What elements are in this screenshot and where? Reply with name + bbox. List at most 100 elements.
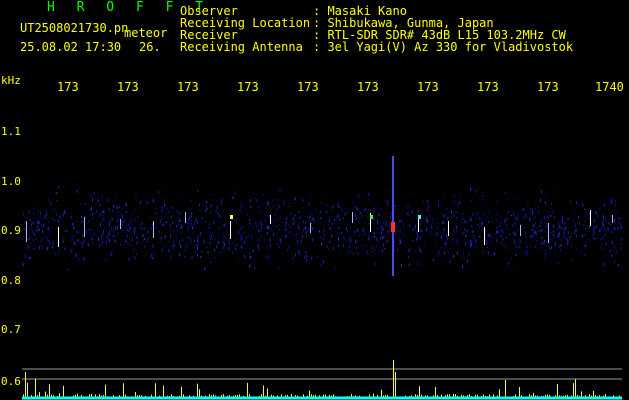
noise-dot — [545, 225, 547, 228]
noise-dot — [256, 224, 258, 228]
noise-dot — [485, 230, 487, 233]
noise-dot — [63, 211, 65, 214]
noise-dot — [317, 256, 319, 257]
noise-dot — [620, 239, 622, 241]
noise-dot — [558, 234, 560, 238]
noise-dot — [252, 250, 254, 252]
noise-dot — [469, 239, 471, 243]
noise-dot — [521, 209, 523, 211]
noise-dot — [120, 244, 122, 246]
noise-dot — [543, 215, 545, 219]
noise-dot — [552, 210, 554, 214]
noise-dot — [226, 237, 228, 239]
noise-dot — [67, 268, 69, 271]
noise-dot — [470, 218, 472, 222]
noise-dot — [394, 245, 396, 248]
noise-dot — [308, 242, 310, 244]
noise-dot — [288, 231, 290, 233]
noise-dot — [354, 251, 356, 253]
noise-dot — [84, 239, 86, 241]
noise-dot — [59, 215, 61, 219]
noise-dot — [353, 206, 355, 208]
noise-dot — [464, 220, 466, 223]
noise-dot — [593, 228, 595, 232]
noise-dot — [305, 226, 307, 230]
noise-dot — [444, 197, 446, 199]
noise-dot — [300, 216, 302, 217]
noise-dot — [311, 223, 313, 224]
noise-dot — [190, 224, 192, 228]
noise-dot — [565, 226, 567, 229]
noise-dot — [538, 211, 540, 213]
noise-dot — [492, 236, 493, 239]
noise-dot — [228, 240, 230, 242]
noise-dot — [217, 220, 219, 222]
noise-dot — [552, 234, 554, 237]
noise-dot — [216, 205, 218, 209]
noise-dot — [453, 214, 455, 217]
noise-dot — [112, 229, 114, 232]
noise-dot — [249, 253, 250, 255]
noise-dot — [553, 224, 555, 228]
noise-dot — [620, 247, 622, 251]
noise-dot — [23, 221, 25, 225]
noise-dot — [466, 259, 468, 263]
noise-dot — [40, 240, 41, 242]
noise-dot — [46, 212, 48, 216]
noise-dot — [182, 226, 184, 229]
noise-dot — [225, 229, 227, 232]
noise-dot — [391, 234, 393, 236]
noise-dot — [489, 233, 491, 237]
noise-dot — [208, 223, 210, 226]
echo-streak — [230, 221, 231, 239]
noise-dot — [337, 214, 339, 217]
noise-dot — [481, 221, 483, 225]
noise-dot — [93, 212, 95, 215]
noise-dot — [417, 209, 419, 212]
noise-dot — [261, 223, 263, 226]
noise-dot — [607, 227, 609, 231]
noise-dot — [50, 201, 52, 205]
echo-highlight — [230, 215, 233, 219]
noise-dot — [240, 237, 242, 241]
noise-dot — [278, 205, 280, 208]
noise-dot — [87, 222, 89, 224]
noise-dot — [603, 262, 605, 266]
noise-dot — [155, 208, 157, 210]
noise-dot — [516, 268, 518, 270]
noise-dot — [96, 196, 98, 198]
noise-dot — [222, 246, 224, 250]
noise-dot — [452, 236, 454, 240]
noise-dot — [241, 203, 243, 206]
noise-dot — [615, 237, 617, 239]
noise-dot — [88, 228, 90, 231]
noise-band — [22, 186, 623, 271]
noise-dot — [53, 208, 55, 211]
noise-dot — [280, 240, 282, 243]
noise-dot — [297, 223, 299, 226]
noise-dot — [431, 218, 433, 221]
echo-streak — [84, 217, 85, 237]
noise-dot — [297, 249, 299, 251]
noise-dot — [194, 223, 196, 225]
noise-dot — [550, 215, 552, 217]
noise-dot — [39, 228, 41, 231]
noise-dot — [227, 226, 228, 228]
noise-dot — [367, 216, 369, 218]
noise-dot — [443, 233, 445, 237]
noise-dot — [99, 213, 101, 216]
noise-dot — [386, 233, 388, 235]
noise-dot — [182, 238, 184, 241]
noise-dot — [603, 204, 605, 207]
noise-dot — [367, 228, 369, 230]
noise-dot — [210, 237, 211, 240]
echo-streak — [448, 221, 449, 236]
noise-dot — [576, 235, 578, 238]
noise-dot — [269, 238, 271, 242]
noise-dot — [414, 250, 416, 253]
noise-dot — [129, 238, 131, 240]
noise-dot — [108, 221, 110, 225]
noise-dot — [456, 239, 458, 243]
noise-dot — [58, 251, 60, 252]
noise-dot — [617, 226, 619, 230]
